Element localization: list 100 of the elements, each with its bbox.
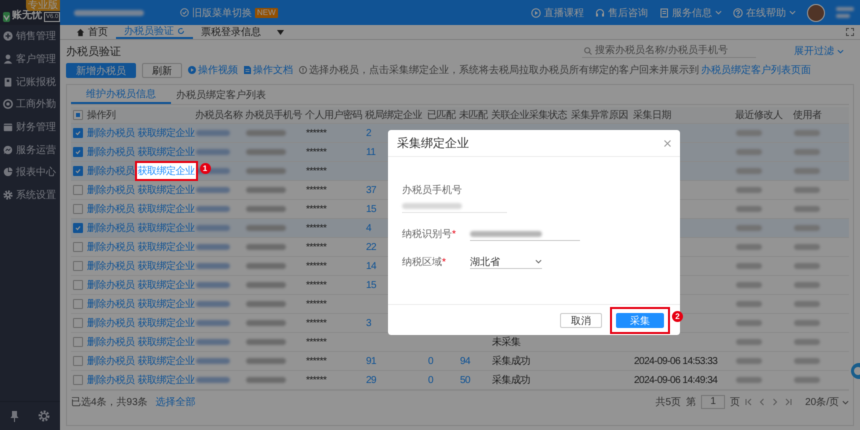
delete-link[interactable]: 删除办税员: [87, 164, 134, 178]
cancel-button[interactable]: 取消: [560, 312, 602, 328]
settings-icon[interactable]: [38, 410, 50, 422]
avatar[interactable]: [807, 4, 825, 22]
help-link[interactable]: 操作文档: [244, 63, 293, 77]
delete-link[interactable]: 删除办税员: [87, 126, 134, 140]
row-checkbox[interactable]: [73, 204, 83, 214]
count-link[interactable]: 50: [457, 374, 489, 386]
row-checkbox[interactable]: [73, 375, 83, 385]
fetch-link[interactable]: 获取绑定企业: [138, 202, 194, 216]
top-link[interactable]: 售后咨询: [595, 6, 648, 20]
help-link[interactable]: 操作视频: [188, 63, 238, 77]
select-all-checkbox[interactable]: [73, 110, 83, 120]
delete-link[interactable]: 删除办税员: [87, 183, 134, 197]
row-checkbox[interactable]: [73, 223, 83, 233]
sidebar-item[interactable]: 系统设置: [0, 184, 60, 206]
row-checkbox[interactable]: [73, 242, 83, 252]
sidebar-item[interactable]: 销售管理: [0, 25, 60, 48]
row-checkbox[interactable]: [73, 318, 83, 328]
blurred-text: [246, 301, 286, 307]
refresh-button[interactable]: 刷新: [142, 62, 182, 78]
fetch-link[interactable]: 获取绑定企业: [138, 126, 194, 140]
delete-link[interactable]: 删除办税员: [87, 259, 134, 273]
row-checkbox[interactable]: [73, 185, 83, 195]
fetch-link[interactable]: 获取绑定企业: [138, 373, 194, 387]
search-field[interactable]: 搜索办税员名称/办税员手机号: [582, 44, 756, 58]
close-icon[interactable]: [664, 140, 671, 146]
assistant-icon[interactable]: [850, 362, 860, 380]
top-link[interactable]: 直播课程: [531, 6, 584, 20]
count-link[interactable]: 29: [363, 374, 425, 386]
count-link[interactable]: 91: [363, 356, 425, 366]
collect-button[interactable]: 采集: [616, 312, 664, 328]
switch-icon: [180, 8, 189, 17]
fetch-link[interactable]: 获取绑定企业: [138, 316, 194, 330]
page-size-select[interactable]: 20条/页: [805, 395, 849, 409]
fullscreen-icon[interactable]: [846, 28, 854, 36]
delete-link[interactable]: 删除办税员: [87, 145, 134, 159]
hint-text: 选择办税员，点击采集绑定企业，系统将去税局拉取办税员所有绑定的客户回来并展示到 办税员绑定客户列表页面: [299, 63, 811, 77]
delete-link[interactable]: 删除办税员: [87, 221, 134, 235]
page-input[interactable]: 1: [701, 395, 726, 409]
fetch-link[interactable]: 获取绑定企业: [138, 297, 194, 311]
count-link[interactable]: 94: [457, 356, 489, 366]
row-checkbox[interactable]: [73, 337, 83, 347]
sidebar-item[interactable]: 记账报税: [0, 70, 60, 94]
blurred-text: [196, 244, 230, 250]
hint-link[interactable]: 办税员绑定客户列表页面: [701, 63, 811, 77]
row-checkbox[interactable]: [73, 147, 83, 157]
sub-tab[interactable]: 办税员绑定客户列表: [171, 85, 271, 104]
fetch-link[interactable]: 获取绑定企业: [138, 221, 194, 235]
sidebar-item[interactable]: 报表中心: [0, 161, 60, 184]
filter-toggle[interactable]: 展开过滤: [794, 44, 844, 58]
delete-link[interactable]: 删除办税员: [87, 335, 134, 349]
add-button[interactable]: 新增办税员: [66, 62, 136, 78]
fetch-link[interactable]: 获取绑定企业: [138, 145, 194, 159]
row-checkbox[interactable]: [73, 356, 83, 366]
region-select[interactable]: 湖北省: [470, 256, 542, 268]
blurred-text: [736, 301, 762, 307]
select-all-link[interactable]: 选择全部: [156, 395, 196, 409]
plus-circle-icon: [3, 31, 13, 42]
delete-link[interactable]: 删除办税员: [87, 202, 134, 216]
page-tab[interactable]: 首页: [68, 25, 116, 39]
fetch-link[interactable]: 获取绑定企业: [138, 259, 194, 273]
fetch-link[interactable]: 获取绑定企业: [138, 354, 194, 368]
top-link[interactable]: 服务信息: [659, 6, 722, 20]
top-link[interactable]: 在线帮助: [733, 6, 796, 20]
delete-link[interactable]: 删除办税员: [87, 354, 134, 368]
row-checkbox[interactable]: [73, 299, 83, 309]
menu-switch-link[interactable]: 旧版菜单切换: [192, 6, 252, 20]
fetch-link[interactable]: 获取绑定企业: [138, 278, 194, 292]
row-checkbox[interactable]: [73, 280, 83, 290]
next-page-icon[interactable]: [771, 398, 780, 406]
fetch-link[interactable]: 获取绑定企业: [138, 166, 194, 177]
sub-tab[interactable]: 维护办税员信息: [71, 85, 171, 104]
prev-page-icon[interactable]: [758, 398, 766, 406]
fetch-link[interactable]: 获取绑定企业: [138, 335, 194, 349]
first-page-icon[interactable]: [745, 398, 754, 406]
delete-link[interactable]: 删除办税员: [87, 240, 134, 254]
sidebar-item[interactable]: 财务管理: [0, 116, 60, 138]
pin-icon[interactable]: [10, 410, 19, 422]
sidebar-item[interactable]: 客户管理: [0, 48, 60, 70]
blurred-text: [736, 206, 762, 212]
delete-link[interactable]: 删除办税员: [87, 297, 134, 311]
row-checkbox[interactable]: [73, 128, 83, 138]
count-link[interactable]: 0: [425, 356, 457, 366]
delete-link[interactable]: 删除办税员: [87, 373, 134, 387]
blurred-text: [794, 225, 820, 231]
delete-link[interactable]: 删除办税员: [87, 278, 134, 292]
new-badge: NEW: [255, 8, 278, 18]
last-page-icon[interactable]: [784, 398, 792, 406]
page-tab[interactable]: 票税登录信息: [193, 25, 269, 39]
delete-link[interactable]: 删除办税员: [87, 316, 134, 330]
refresh-icon[interactable]: [177, 27, 185, 35]
row-checkbox[interactable]: [73, 166, 83, 176]
blurred-text: [246, 206, 286, 212]
sidebar-item[interactable]: 工商外勤: [0, 93, 60, 116]
sidebar-item[interactable]: 服务运营: [0, 138, 60, 162]
row-checkbox[interactable]: [73, 261, 83, 271]
count-link[interactable]: 0: [425, 374, 457, 386]
fetch-link[interactable]: 获取绑定企业: [138, 240, 194, 254]
fetch-link[interactable]: 获取绑定企业: [138, 183, 194, 197]
